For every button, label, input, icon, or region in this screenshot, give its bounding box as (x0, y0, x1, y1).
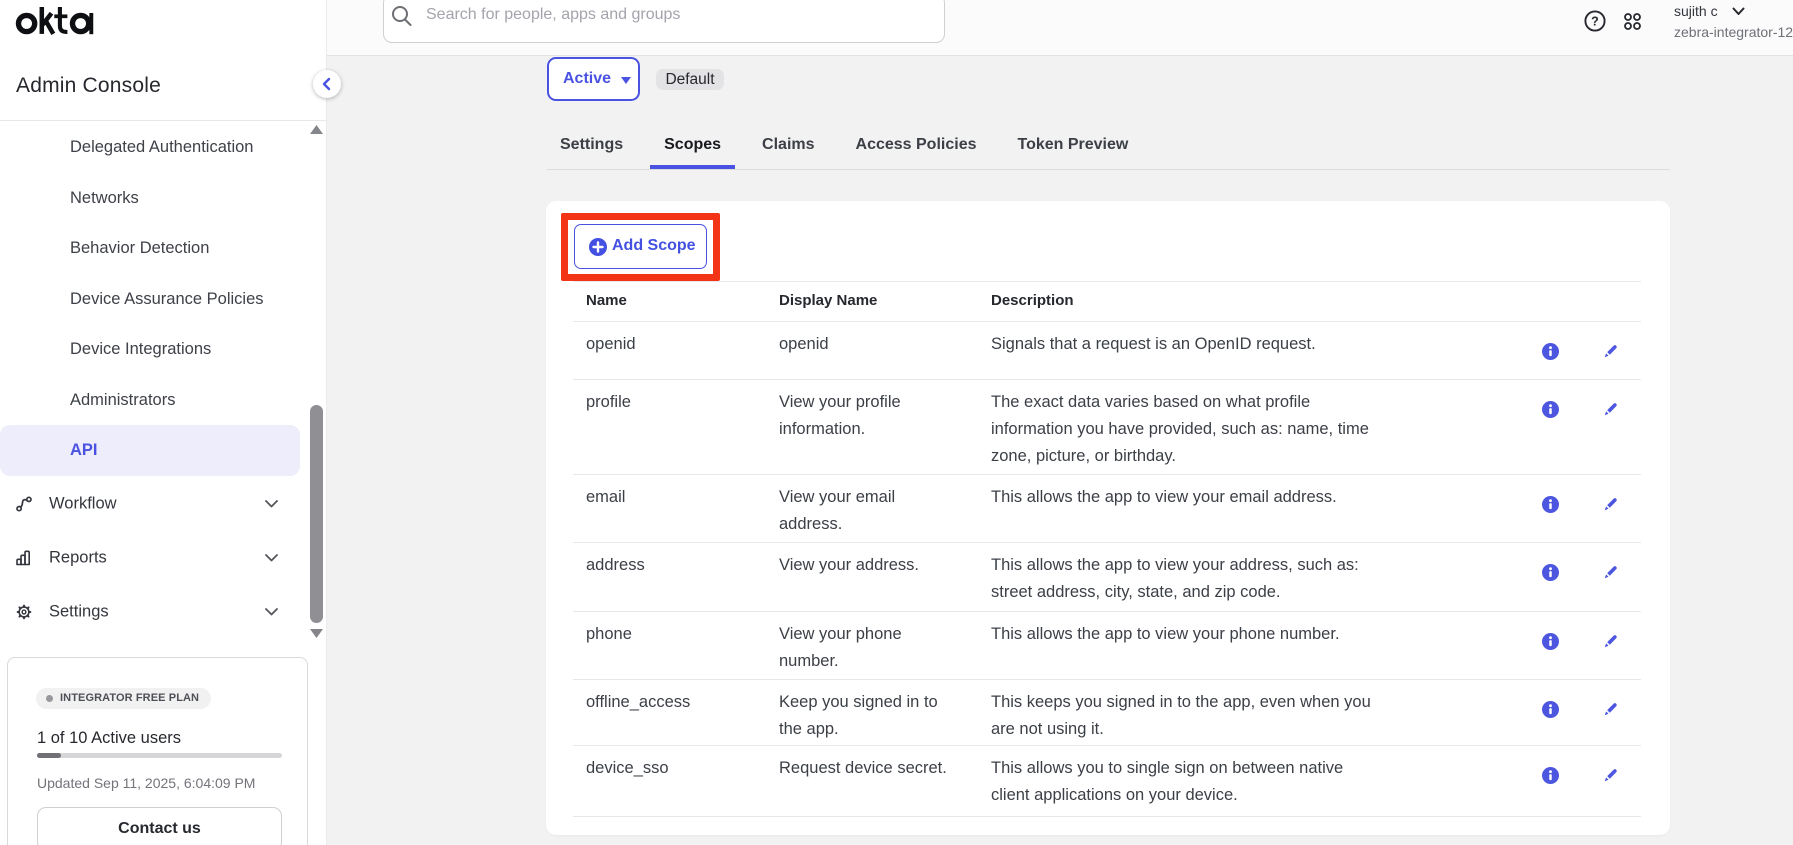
svg-text:?: ? (1591, 14, 1599, 28)
